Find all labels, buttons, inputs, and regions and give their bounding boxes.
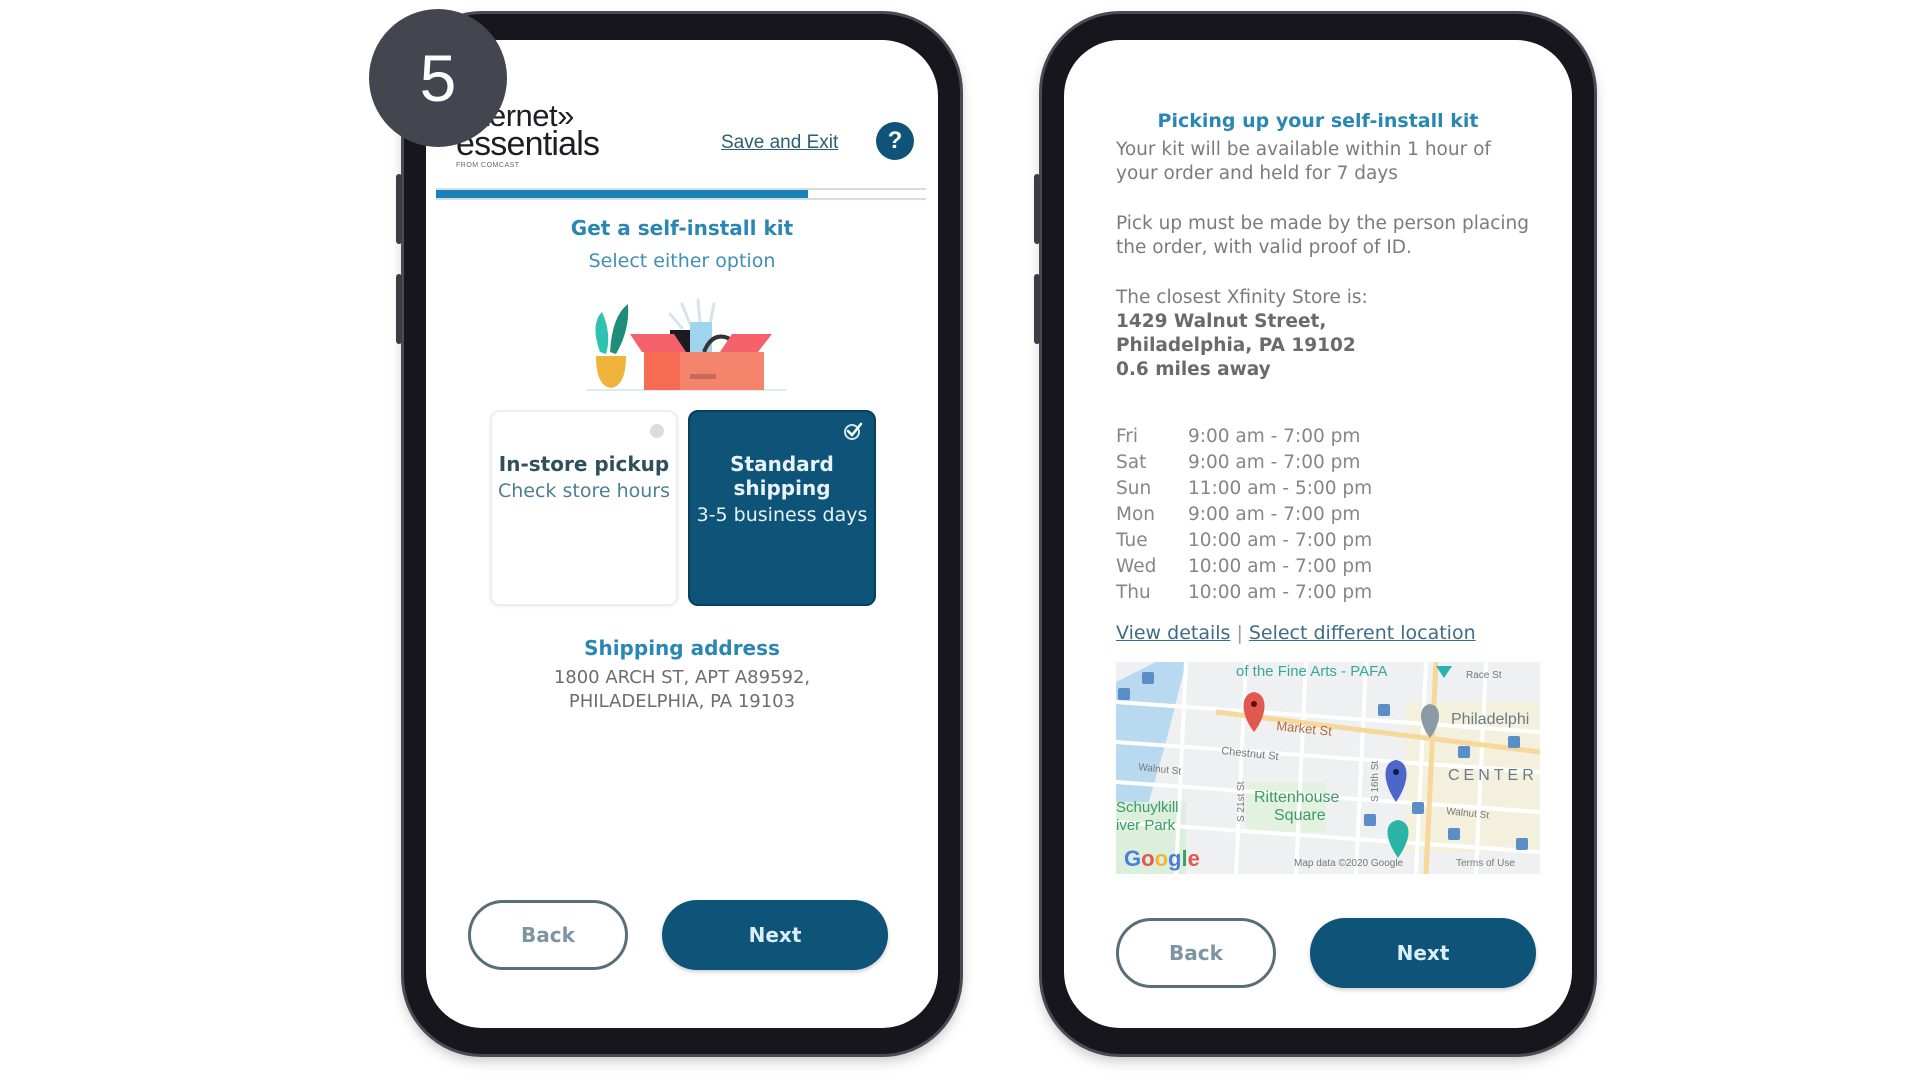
shipping-address-line1: 1800 ARCH ST, APT A89592, — [553, 667, 811, 688]
progress-bar — [436, 188, 926, 200]
next-button[interactable]: Next — [662, 900, 888, 970]
radio-unselected-icon — [650, 424, 664, 438]
hours-day: Mon — [1116, 504, 1156, 525]
map-attribution: Map data ©2020 Google — [1294, 858, 1404, 869]
map-label: Schuylkill — [1116, 799, 1179, 816]
map-label: iver Park — [1116, 817, 1176, 834]
option-title: Standard shipping — [730, 452, 834, 500]
phone-screen: Internet» essentials FROM COMCAST Save a… — [426, 40, 938, 1028]
save-and-exit-link[interactable]: Save and Exit — [721, 132, 838, 154]
closest-store-label: The closest Xfinity Store is: — [1116, 287, 1368, 308]
hours-row: Sat 9:00 am - 7:00 pm — [1116, 450, 1372, 476]
option-in-store-pickup[interactable]: In-store pickup Check store hours — [490, 410, 678, 606]
hours-time: 10:00 am - 7:00 pm — [1188, 556, 1373, 577]
checkmark-selected-icon — [844, 422, 863, 440]
hours-time: 11:00 am - 5:00 pm — [1188, 478, 1373, 499]
phone-side-button — [1034, 174, 1040, 244]
hours-row: Mon 9:00 am - 7:00 pm — [1116, 502, 1372, 528]
self-install-kit-illustration — [586, 298, 786, 391]
availability-text: Your kit will be available within 1 hour… — [1116, 139, 1491, 184]
store-map[interactable]: of the Fine Arts - PAFA Race St Market S… — [1116, 662, 1540, 874]
back-button[interactable]: Back — [468, 900, 628, 970]
google-logo: Google — [1124, 846, 1200, 871]
pickup-title: Picking up your self-install kit — [1157, 110, 1479, 132]
pickup-note: Pick up must be made by the person placi… — [1116, 213, 1529, 258]
map-label: CENTER — [1448, 767, 1538, 784]
phone-mockup-pickup: Picking up your self-install kit Your ki… — [1034, 14, 1594, 1054]
link-separator: | — [1236, 622, 1243, 644]
hours-time: 10:00 am - 7:00 pm — [1188, 582, 1373, 603]
option-description: 3-5 business days — [696, 504, 868, 526]
phone-side-button — [1034, 274, 1040, 344]
store-address-line2: Philadelphia, PA 19102 — [1116, 335, 1356, 356]
logo-line3: FROM COMCAST — [456, 162, 520, 169]
option-title: In-store pickup — [498, 452, 670, 476]
store-distance: 0.6 miles away — [1116, 359, 1271, 380]
store-info: The closest Xfinity Store is: 1429 Walnu… — [1116, 286, 1536, 382]
page-subtitle: Select either option — [588, 250, 776, 272]
hours-time: 9:00 am - 7:00 pm — [1188, 504, 1361, 525]
hours-row: Sun 11:00 am - 5:00 pm — [1116, 476, 1372, 502]
phone-screen: Picking up your self-install kit Your ki… — [1064, 40, 1572, 1028]
phone-mockup-shipping: Internet» essentials FROM COMCAST Save a… — [396, 14, 960, 1054]
next-button[interactable]: Next — [1310, 918, 1536, 988]
hours-row: Tue 10:00 am - 7:00 pm — [1116, 528, 1372, 554]
page-title: Get a self-install kit — [570, 216, 794, 240]
store-hours-table: Fri 9:00 am - 7:00 pm Sat 9:00 am - 7:00 p… — [1116, 424, 1372, 606]
back-button[interactable]: Back — [1116, 918, 1276, 988]
step-number-badge: 5 — [369, 9, 507, 147]
shipping-address: 1800 ARCH ST, APT A89592, PHILADELPHIA, … — [426, 666, 938, 714]
hours-day: Tue — [1116, 530, 1148, 551]
help-question-icon[interactable]: ? — [876, 122, 914, 160]
store-links: View details | Select different location — [1116, 622, 1476, 644]
shipping-address-line2: PHILADELPHIA, PA 19103 — [568, 691, 796, 712]
hours-row: Thu 10:00 am - 7:00 pm — [1116, 580, 1372, 606]
hours-time: 9:00 am - 7:00 pm — [1188, 452, 1361, 473]
hours-day: Fri — [1116, 426, 1139, 447]
map-label: Philadelphi — [1451, 711, 1529, 728]
hours-day: Sat — [1116, 452, 1147, 473]
hours-day: Thu — [1116, 582, 1151, 603]
phone-side-button — [396, 174, 402, 244]
hours-time: 10:00 am - 7:00 pm — [1188, 530, 1373, 551]
map-label: Square — [1274, 807, 1326, 824]
option-description: Check store hours — [497, 480, 670, 502]
phone-side-button — [396, 274, 402, 344]
map-label: S 16th St — [1370, 761, 1381, 802]
select-different-location-link[interactable]: Select different location — [1249, 622, 1476, 644]
view-details-link[interactable]: View details — [1116, 622, 1230, 644]
store-address-line1: 1429 Walnut Street, — [1116, 311, 1327, 332]
hours-time: 9:00 am - 7:00 pm — [1188, 426, 1361, 447]
map-label: Race St — [1466, 670, 1502, 681]
hours-day: Sun — [1116, 478, 1152, 499]
map-label: Rittenhouse — [1254, 789, 1339, 806]
option-standard-shipping[interactable]: Standard shipping 3-5 business days — [688, 410, 876, 606]
hours-row: Fri 9:00 am - 7:00 pm — [1116, 424, 1372, 450]
progress-bar-fill — [436, 190, 809, 198]
map-label: S 21st St — [1236, 781, 1247, 822]
hours-day: Wed — [1116, 556, 1157, 577]
map-label: of the Fine Arts - PAFA — [1236, 663, 1387, 680]
hours-row: Wed 10:00 am - 7:00 pm — [1116, 554, 1372, 580]
map-terms-link: Terms of Use — [1456, 858, 1515, 869]
shipping-address-label: Shipping address — [584, 636, 780, 660]
